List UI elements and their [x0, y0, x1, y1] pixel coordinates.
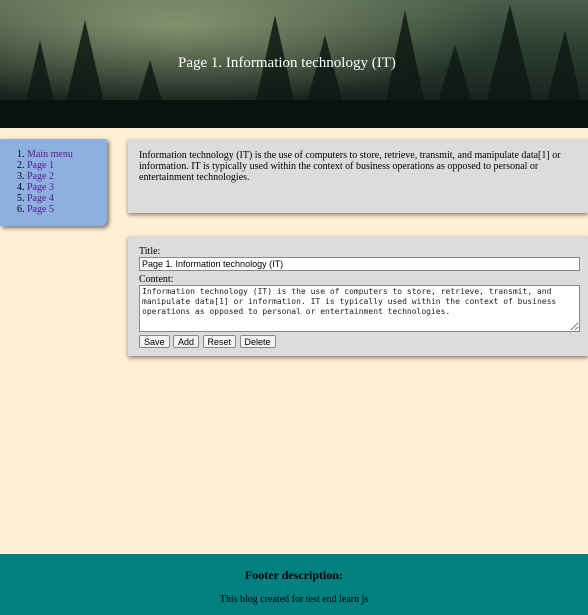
menu-link-page-4[interactable]: Page 4	[27, 193, 54, 204]
menu-link-page-3[interactable]: Page 3	[27, 182, 54, 193]
sidebar-menu: Main menu Page 1 Page 2 Page 3 Page 4 Pa…	[0, 139, 107, 226]
menu-link-page-1[interactable]: Page 1	[27, 160, 54, 171]
menu-item: Main menu	[27, 149, 107, 160]
content-label: Content:	[139, 274, 174, 285]
menu-item: Page 3	[27, 182, 107, 193]
footer-heading: Footer description:	[244, 568, 344, 582]
title-input[interactable]	[139, 257, 580, 271]
header-banner: Page 1. Information technology (IT)	[0, 0, 588, 128]
form-buttons: Save Add Reset Delete	[139, 335, 580, 348]
add-button[interactable]: Add	[173, 335, 200, 348]
menu-link-page-2[interactable]: Page 2	[27, 171, 54, 182]
menu-item: Page 4	[27, 193, 107, 204]
footer: Footer description: This blog created fo…	[0, 554, 588, 615]
footer-text: This blog created for test end learn js	[219, 594, 369, 605]
menu-link-main[interactable]: Main menu	[27, 149, 73, 160]
page-content-text: Information technology (IT) is the use o…	[139, 150, 561, 183]
title-label: Title:	[139, 246, 161, 257]
menu-list: Main menu Page 1 Page 2 Page 3 Page 4 Pa…	[0, 139, 107, 215]
menu-item: Page 1	[27, 160, 107, 171]
save-button[interactable]: Save	[139, 335, 170, 348]
delete-button[interactable]: Delete	[239, 335, 276, 348]
page-title: Page 1. Information technology (IT)	[178, 55, 396, 71]
content-textarea[interactable]: Information technology (IT) is the use o…	[139, 285, 580, 332]
edit-form-panel: Title: Content: Information technology (…	[128, 236, 588, 356]
menu-link-page-5[interactable]: Page 5	[27, 204, 54, 215]
menu-item: Page 5	[27, 204, 107, 215]
page-content-panel: Information technology (IT) is the use o…	[128, 139, 588, 213]
menu-item: Page 2	[27, 171, 107, 182]
reset-button[interactable]: Reset	[202, 335, 237, 348]
